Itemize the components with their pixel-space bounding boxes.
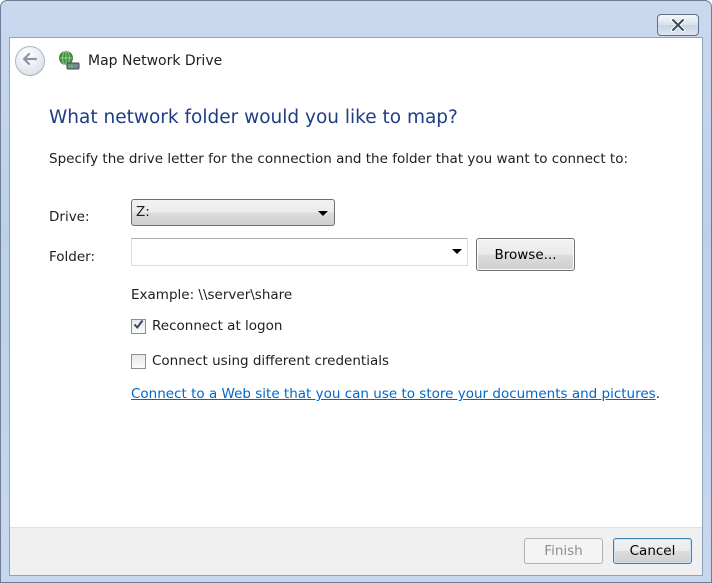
navigation-bar: Map Network Drive [10,38,702,84]
chevron-down-icon [318,211,328,216]
folder-combobox[interactable] [131,238,468,266]
drive-select-value: Z: [136,204,150,220]
network-drive-icon [58,50,80,72]
credentials-option[interactable]: Connect using different credentials [131,353,389,369]
close-icon [670,18,686,32]
weblink-line: Connect to a Web site that you can use t… [131,386,660,402]
back-button[interactable] [15,46,45,76]
drive-select[interactable]: Z: [131,199,335,226]
finish-button[interactable]: Finish [524,538,603,564]
credentials-label[interactable]: Connect using different credentials [152,353,389,369]
back-arrow-icon [22,52,38,70]
dialog-client-area: Map Network Drive What network folder wo… [9,37,703,576]
drive-label: Drive: [49,209,90,225]
cancel-button[interactable]: Cancel [613,538,692,564]
instruction-text: Specify the drive letter for the connect… [49,151,629,167]
weblink-period: . [655,386,660,402]
chevron-down-icon[interactable] [452,249,462,254]
close-button[interactable] [657,14,699,36]
page-heading: What network folder would you like to ma… [49,107,458,128]
folder-input[interactable] [135,242,435,262]
web-site-link[interactable]: Connect to a Web site that you can use t… [131,386,656,402]
dialog-window: Map Network Drive What network folder wo… [0,0,712,583]
browse-button[interactable]: Browse... [476,238,575,271]
folder-label: Folder: [49,249,96,265]
checkmark-icon [133,318,144,334]
reconnect-option[interactable]: Reconnect at logon [131,318,282,334]
window-title: Map Network Drive [88,53,223,69]
credentials-checkbox[interactable] [131,353,146,369]
reconnect-label[interactable]: Reconnect at logon [152,318,282,334]
example-text: Example: \\server\share [131,287,293,303]
reconnect-checkbox[interactable] [131,318,146,334]
dialog-footer: Finish Cancel [10,527,702,575]
